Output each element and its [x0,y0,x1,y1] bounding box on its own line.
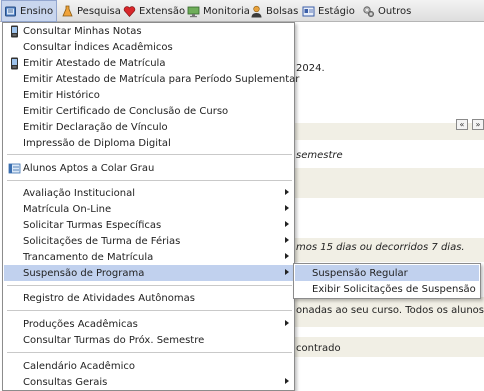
menu-estagio-label: Estágio [318,5,355,17]
person-icon [250,5,263,18]
menu-monitoria-label: Monitoria [203,5,250,17]
phone-icon [8,57,21,70]
menu-item-emitir-declaracao[interactable]: Emitir Declaração de Vínculo [4,119,293,135]
semestre-text: semestre [296,150,343,161]
menu-item-label: Alunos Aptos a Colar Grau [23,162,155,174]
menu-extensao-label: Extensão [139,5,186,17]
curso-notice-text: onadas ao seu curso. Todos os alunos do [296,305,484,316]
menu-item-suspensao-programa[interactable]: Suspensão de Programa [4,265,293,281]
menu-item-atividades-autonomas[interactable]: Registro de Atividades Autônomas [4,290,293,306]
submenu-item-exibir-solicitacoes[interactable]: Exibir Solicitações de Suspensão [295,281,479,297]
menu-item-turmas-prox-semestre[interactable]: Consultar Turmas do Próx. Semestre [4,332,293,348]
top-menubar: Ensino Pesquisa Extensão Monitoria Bolsa… [0,0,484,22]
page-band [270,123,484,140]
submenu-arrow-icon [285,237,289,243]
menu-item-label: Solicitações de Turma de Férias [23,235,181,247]
list-icon [8,162,21,175]
menu-item-label: Emitir Declaração de Vínculo [23,121,168,133]
menu-item-label: Suspensão de Programa [23,267,145,279]
submenu-arrow-icon [285,221,289,227]
menu-item-label: Solicitar Turmas Específicas [23,219,162,231]
menu-ensino[interactable]: Ensino [1,0,57,22]
menu-item-label: Consultar Turmas do Próx. Semestre [23,334,205,346]
menu-separator [7,154,292,156]
phone-icon [8,25,21,38]
menu-separator [7,310,292,312]
pager-prev-button[interactable]: « [456,119,468,130]
monitor-icon [187,5,200,18]
nenhum-encontrado-text: contrado [296,343,341,354]
submenu-arrow-icon [285,378,289,384]
pager-next-button[interactable]: » [472,119,484,130]
menu-pesquisa[interactable]: Pesquisa [59,0,121,22]
menu-item-trancamento[interactable]: Trancamento de Matrícula [4,249,293,265]
id-card-icon [302,5,315,18]
submenu-arrow-icon [285,253,289,259]
flask-icon [61,5,74,18]
book-icon [4,5,17,18]
menu-item-solicitar-turmas[interactable]: Solicitar Turmas Específicas [4,217,293,233]
prazo-dias-text: mos 15 dias ou decorridos 7 dias. [296,242,465,253]
ensino-dropdown-menu: Consultar Minhas Notas Consultar Índices… [2,22,299,391]
submenu-arrow-icon [285,189,289,195]
menu-item-label: Produções Acadêmicas [23,318,138,330]
menu-separator [7,352,292,354]
submenu-item-suspensao-regular[interactable]: Suspensão Regular [295,265,479,281]
menu-separator [7,180,292,182]
menu-item-label: Consultar Minhas Notas [23,25,142,37]
menu-bolsas[interactable]: Bolsas [248,0,298,22]
menu-item-label: Calendário Acadêmico [23,360,135,372]
period-year-text: 2024. [296,63,325,74]
menu-item-label: Consultar Índices Acadêmicos [23,41,173,53]
gears-icon [362,5,375,18]
menu-item-label: Emitir Atestado de Matrícula para Períod… [23,73,300,85]
menu-item-emitir-historico[interactable]: Emitir Histórico [4,87,293,103]
menu-monitoria[interactable]: Monitoria [185,0,250,22]
menu-item-label: Registro de Atividades Autônomas [23,292,195,304]
menu-item-consultar-indices[interactable]: Consultar Índices Acadêmicos [4,39,293,55]
menu-item-label: Avaliação Institucional [23,187,136,199]
page-band [270,168,484,198]
menu-item-impressao-diploma[interactable]: Impressão de Diploma Digital [4,135,293,151]
submenu-arrow-icon [285,269,289,275]
menu-estagio[interactable]: Estágio [300,0,356,22]
menu-extensao[interactable]: Extensão [121,0,186,22]
menu-outros-label: Outros [378,5,412,17]
submenu-arrow-icon [285,320,289,326]
heart-icon [123,5,136,18]
menu-item-label: Emitir Histórico [23,89,100,101]
menu-item-label: Trancamento de Matrícula [23,251,154,263]
menu-bolsas-label: Bolsas [266,5,299,17]
menu-item-avaliacao-institucional[interactable]: Avaliação Institucional [4,185,293,201]
menu-pesquisa-label: Pesquisa [77,5,121,17]
suspensao-submenu: Suspensão Regular Exibir Solicitações de… [293,263,481,299]
menu-ensino-label: Ensino [20,5,54,17]
submenu-arrow-icon [285,205,289,211]
menu-item-label: Impressão de Diploma Digital [23,137,171,149]
menu-item-consultar-notas[interactable]: Consultar Minhas Notas [4,23,293,39]
menu-item-label: Matrícula On-Line [23,203,112,215]
menu-item-emitir-certificado[interactable]: Emitir Certificado de Conclusão de Curso [4,103,293,119]
menu-item-label: Emitir Atestado de Matrícula [23,57,166,69]
menu-item-label: Emitir Certificado de Conclusão de Curso [23,105,229,117]
menu-item-matricula-online[interactable]: Matrícula On-Line [4,201,293,217]
menu-item-consultas-gerais[interactable]: Consultas Gerais [4,374,293,390]
menu-item-calendario[interactable]: Calendário Acadêmico [4,358,293,374]
menu-item-emitir-atestado-suplementar[interactable]: Emitir Atestado de Matrícula para Períod… [4,71,299,87]
menu-separator [7,285,292,287]
menu-item-emitir-atestado[interactable]: Emitir Atestado de Matrícula [4,55,293,71]
menu-item-label: Consultas Gerais [23,376,108,388]
menu-item-turma-ferias[interactable]: Solicitações de Turma de Férias [4,233,293,249]
menu-item-producoes-academicas[interactable]: Produções Acadêmicas [4,316,293,332]
menu-outros[interactable]: Outros [360,0,412,22]
menu-item-alunos-aptos[interactable]: Alunos Aptos a Colar Grau [4,160,293,176]
